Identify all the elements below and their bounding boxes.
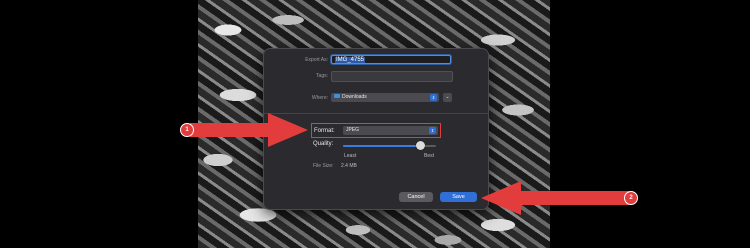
annotation-badge-1: 1 [180,123,194,137]
file-size-label: File Size: [313,163,334,169]
arrow-1-shape [190,113,308,147]
export-as-input[interactable]: IMG_4755 [331,55,451,64]
stepper-icon: ⇕ [430,94,437,101]
where-select[interactable]: Downloads ⇕ [331,93,439,102]
quality-least-label: Least [344,153,357,159]
annotation-badge-2: 2 [624,191,638,205]
tags-input[interactable] [331,71,453,82]
export-as-value: IMG_4755 [335,57,366,63]
cancel-button[interactable]: Cancel [399,192,433,202]
expand-chevron-icon[interactable]: ⌄ [443,93,452,102]
quality-best-label: Best [424,153,435,159]
file-size-value: 2.4 MB [341,163,357,169]
format-value: JPEG [346,127,360,133]
save-button[interactable]: Save [440,192,477,202]
format-label: Format: [314,128,335,134]
arrow-annotation-icon [190,113,308,147]
where-value: Downloads [342,94,367,100]
quality-slider-fill [343,145,421,147]
folder-icon [334,93,340,98]
quality-slider-knob[interactable] [415,141,425,150]
arrow-2-shape [481,181,629,215]
format-select[interactable]: JPEG ⇕ [343,126,438,135]
quality-label: Quality: [313,141,334,147]
quality-slider[interactable] [343,141,436,150]
arrow-annotation-icon [481,181,629,215]
stepper-icon: ⇕ [429,127,436,134]
tags-label: Tags: [316,73,328,79]
where-label: Where: [311,95,328,101]
export-as-label: Export As: [305,57,328,63]
